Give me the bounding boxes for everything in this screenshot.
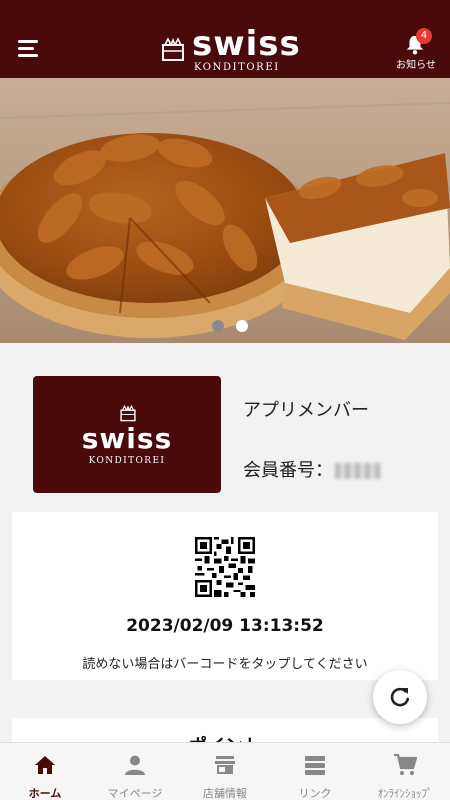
card-brand-name: swiss bbox=[81, 422, 173, 455]
member-number: 会員番号： bbox=[243, 456, 381, 482]
nav-home-label: ホーム bbox=[28, 787, 62, 800]
nav-store-info[interactable]: 店舗情報 bbox=[180, 743, 270, 800]
brand-subtitle: KONDITOREI bbox=[194, 62, 280, 73]
member-number-label: 会員番号： bbox=[243, 460, 333, 481]
qr-code[interactable] bbox=[195, 537, 255, 597]
member-number-value-blurred bbox=[335, 463, 381, 479]
notifications-button[interactable]: 4 お知らせ bbox=[392, 28, 440, 72]
nav-online-shop-label: ｵﾝﾗｲﾝｼｮｯﾌﾟ bbox=[377, 787, 433, 800]
member-card: swiss KONDITOREI bbox=[33, 376, 221, 493]
member-name: アプリメンバー bbox=[243, 400, 369, 421]
qr-code-panel: 2023/02/09 13:13:52 読めない場合はバーコードをタップしてくだ… bbox=[12, 512, 438, 680]
hamburger-menu-button[interactable] bbox=[14, 34, 46, 62]
qr-help-text: 読めない場合はバーコードをタップしてください bbox=[82, 657, 368, 672]
app-header: swiss KONDITOREI 4 お知らせ bbox=[0, 0, 450, 78]
refresh-icon bbox=[390, 687, 410, 707]
brand-name: swiss bbox=[192, 24, 301, 64]
list-icon bbox=[305, 756, 325, 775]
nav-mypage-label: マイページ bbox=[107, 787, 163, 800]
home-icon bbox=[35, 756, 55, 774]
brand-logo: swiss KONDITOREI bbox=[160, 24, 300, 76]
nav-links-label: リンク bbox=[298, 787, 332, 800]
notification-label: お知らせ bbox=[396, 60, 436, 71]
nav-online-shop[interactable]: ｵﾝﾗｲﾝｼｮｯﾌﾟ bbox=[360, 743, 450, 800]
nav-mypage[interactable]: マイページ bbox=[90, 743, 180, 800]
hero-carousel-image[interactable] bbox=[0, 78, 450, 343]
cart-icon bbox=[394, 753, 417, 775]
cake-shop-icon bbox=[162, 37, 184, 61]
nav-links[interactable]: リンク bbox=[270, 743, 360, 800]
card-brand-subtitle: KONDITOREI bbox=[88, 456, 166, 466]
cake-shop-icon bbox=[120, 404, 136, 422]
qr-timestamp: 2023/02/09 13:13:52 bbox=[126, 616, 324, 636]
notification-count-badge: 4 bbox=[416, 28, 432, 44]
store-icon bbox=[215, 756, 235, 774]
person-icon bbox=[125, 755, 145, 775]
carousel-dot[interactable] bbox=[212, 320, 224, 332]
bottom-navigation: ホーム マイページ 店舗情報 リンク ｵﾝﾗｲﾝｼｮｯﾌﾟ bbox=[0, 742, 450, 800]
nav-store-info-label: 店舗情報 bbox=[203, 787, 247, 800]
carousel-dot-active[interactable] bbox=[236, 320, 248, 332]
nav-home[interactable]: ホーム bbox=[0, 743, 90, 800]
refresh-button[interactable] bbox=[373, 670, 427, 724]
carousel-indicators bbox=[212, 320, 252, 332]
